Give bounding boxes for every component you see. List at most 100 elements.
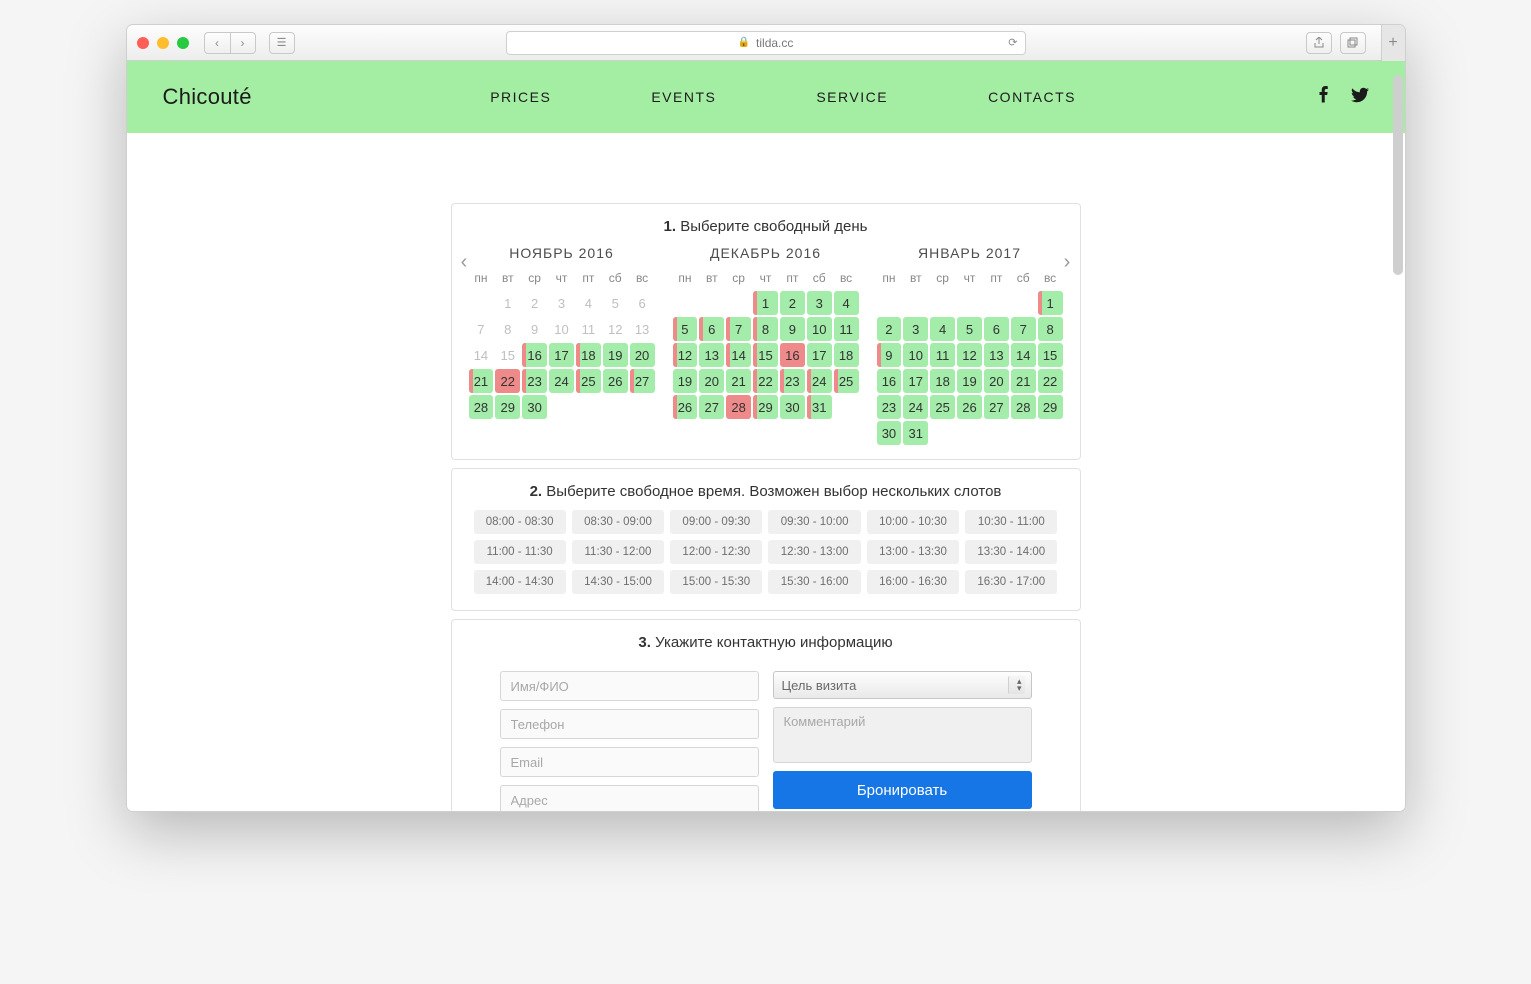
back-button[interactable]: ‹	[204, 32, 230, 54]
day-cell[interactable]: 6	[699, 317, 724, 341]
purpose-select[interactable]: Цель визита▴▾	[773, 671, 1032, 699]
day-cell[interactable]: 21	[469, 369, 494, 393]
day-cell[interactable]: 7	[1011, 317, 1036, 341]
day-cell[interactable]: 20	[630, 343, 655, 367]
next-month-button[interactable]: ›	[1063, 245, 1072, 274]
day-cell[interactable]: 26	[957, 395, 982, 419]
day-cell[interactable]: 28	[469, 395, 494, 419]
day-cell[interactable]: 26	[673, 395, 698, 419]
day-cell[interactable]: 28	[726, 395, 751, 419]
name-field[interactable]	[500, 671, 759, 701]
day-cell[interactable]: 25	[576, 369, 601, 393]
time-slot[interactable]: 10:00 - 10:30	[867, 510, 959, 534]
day-cell[interactable]: 29	[753, 395, 778, 419]
time-slot[interactable]: 16:30 - 17:00	[965, 570, 1057, 594]
day-cell[interactable]: 22	[495, 369, 520, 393]
day-cell[interactable]: 21	[1011, 369, 1036, 393]
time-slot[interactable]: 13:30 - 14:00	[965, 540, 1057, 564]
day-cell[interactable]: 13	[984, 343, 1009, 367]
day-cell[interactable]: 29	[495, 395, 520, 419]
time-slot[interactable]: 15:30 - 16:00	[768, 570, 860, 594]
nav-service[interactable]: SERVICE	[816, 89, 888, 105]
day-cell[interactable]: 18	[576, 343, 601, 367]
share-button[interactable]	[1306, 32, 1332, 54]
scrollbar[interactable]	[1393, 75, 1403, 275]
comment-textarea[interactable]	[773, 707, 1032, 763]
address-field[interactable]	[500, 785, 759, 811]
time-slot[interactable]: 10:30 - 11:00	[965, 510, 1057, 534]
day-cell[interactable]: 17	[549, 343, 574, 367]
time-slot[interactable]: 11:30 - 12:00	[572, 540, 664, 564]
day-cell[interactable]: 24	[903, 395, 928, 419]
day-cell[interactable]: 13	[699, 343, 724, 367]
time-slot[interactable]: 08:00 - 08:30	[474, 510, 566, 534]
minimize-window-button[interactable]	[157, 37, 169, 49]
day-cell[interactable]: 10	[807, 317, 832, 341]
day-cell[interactable]: 5	[957, 317, 982, 341]
day-cell[interactable]: 27	[699, 395, 724, 419]
day-cell[interactable]: 30	[522, 395, 547, 419]
day-cell[interactable]: 20	[984, 369, 1009, 393]
day-cell[interactable]: 1	[753, 291, 778, 315]
email-field[interactable]	[500, 747, 759, 777]
day-cell[interactable]: 1	[1038, 291, 1063, 315]
tabs-button[interactable]	[1340, 32, 1366, 54]
day-cell[interactable]: 11	[834, 317, 859, 341]
day-cell[interactable]: 7	[726, 317, 751, 341]
day-cell[interactable]: 19	[673, 369, 698, 393]
close-window-button[interactable]	[137, 37, 149, 49]
new-tab-button[interactable]: +	[1381, 25, 1405, 61]
nav-contacts[interactable]: CONTACTS	[988, 89, 1076, 105]
day-cell[interactable]: 16	[780, 343, 805, 367]
phone-field[interactable]	[500, 709, 759, 739]
day-cell[interactable]: 23	[780, 369, 805, 393]
day-cell[interactable]: 5	[673, 317, 698, 341]
time-slot[interactable]: 11:00 - 11:30	[474, 540, 566, 564]
nav-events[interactable]: EVENTS	[651, 89, 716, 105]
day-cell[interactable]: 15	[753, 343, 778, 367]
day-cell[interactable]: 17	[903, 369, 928, 393]
day-cell[interactable]: 11	[930, 343, 955, 367]
day-cell[interactable]: 9	[877, 343, 902, 367]
day-cell[interactable]: 28	[1011, 395, 1036, 419]
time-slot[interactable]: 12:00 - 12:30	[670, 540, 762, 564]
day-cell[interactable]: 10	[903, 343, 928, 367]
day-cell[interactable]: 8	[753, 317, 778, 341]
day-cell[interactable]: 3	[903, 317, 928, 341]
reload-icon[interactable]: ⟳	[1008, 36, 1017, 49]
day-cell[interactable]: 25	[834, 369, 859, 393]
day-cell[interactable]: 20	[699, 369, 724, 393]
day-cell[interactable]: 16	[877, 369, 902, 393]
day-cell[interactable]: 29	[1038, 395, 1063, 419]
time-slot[interactable]: 08:30 - 09:00	[572, 510, 664, 534]
day-cell[interactable]: 27	[984, 395, 1009, 419]
day-cell[interactable]: 2	[877, 317, 902, 341]
day-cell[interactable]: 12	[673, 343, 698, 367]
time-slot[interactable]: 16:00 - 16:30	[867, 570, 959, 594]
day-cell[interactable]: 24	[549, 369, 574, 393]
day-cell[interactable]: 19	[957, 369, 982, 393]
time-slot[interactable]: 13:00 - 13:30	[867, 540, 959, 564]
time-slot[interactable]: 14:30 - 15:00	[572, 570, 664, 594]
day-cell[interactable]: 31	[903, 421, 928, 445]
time-slot[interactable]: 15:00 - 15:30	[670, 570, 762, 594]
prev-month-button[interactable]: ‹	[460, 245, 469, 274]
sidebar-toggle[interactable]: ☰	[269, 32, 295, 54]
day-cell[interactable]: 14	[726, 343, 751, 367]
forward-button[interactable]: ›	[230, 32, 256, 54]
day-cell[interactable]: 12	[957, 343, 982, 367]
day-cell[interactable]: 24	[807, 369, 832, 393]
twitter-icon[interactable]	[1351, 86, 1369, 109]
day-cell[interactable]: 14	[1011, 343, 1036, 367]
day-cell[interactable]: 22	[753, 369, 778, 393]
day-cell[interactable]: 26	[603, 369, 628, 393]
day-cell[interactable]: 4	[834, 291, 859, 315]
day-cell[interactable]: 8	[1038, 317, 1063, 341]
day-cell[interactable]: 23	[522, 369, 547, 393]
day-cell[interactable]: 30	[780, 395, 805, 419]
submit-button[interactable]: Бронировать	[773, 771, 1032, 809]
day-cell[interactable]: 31	[807, 395, 832, 419]
day-cell[interactable]: 6	[984, 317, 1009, 341]
day-cell[interactable]: 30	[877, 421, 902, 445]
time-slot[interactable]: 09:00 - 09:30	[670, 510, 762, 534]
